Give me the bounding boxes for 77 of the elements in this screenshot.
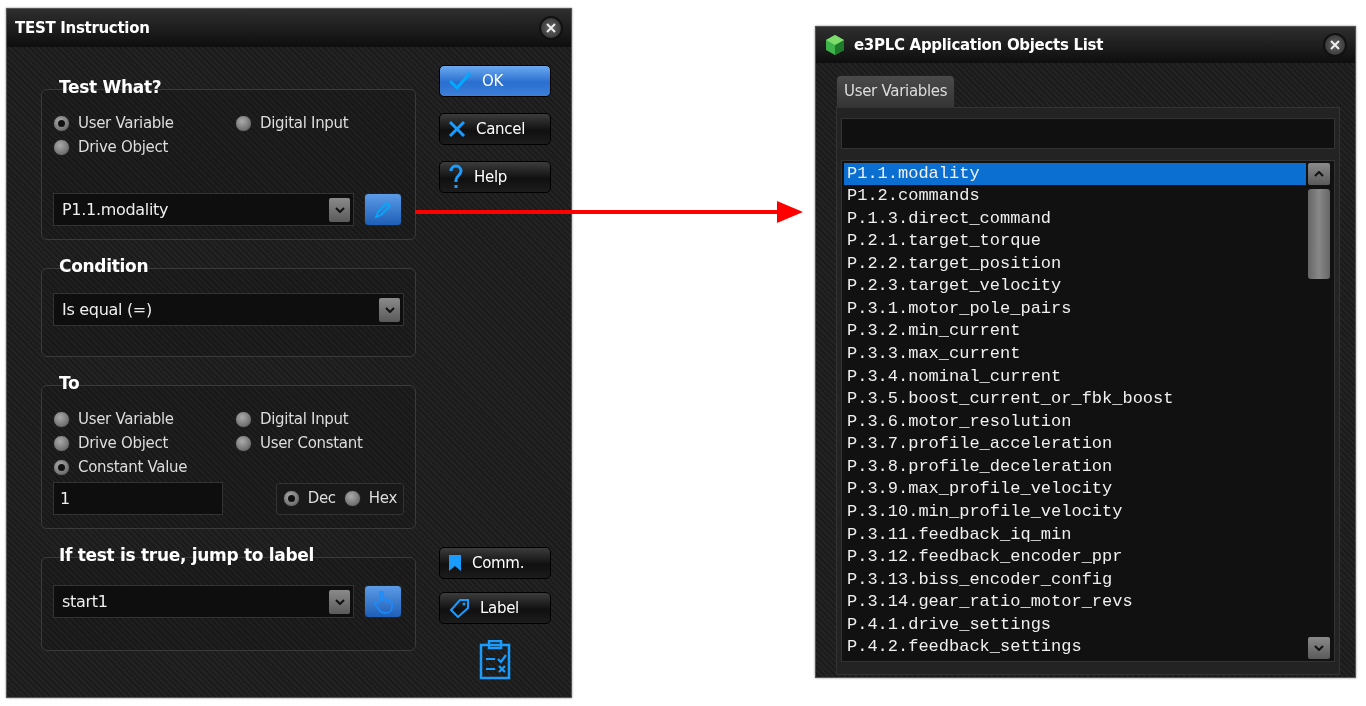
radio-option[interactable]: User Variable [53, 408, 235, 430]
list-item[interactable]: P.1.3.direct_command [844, 207, 1306, 231]
group-heading: To [58, 372, 81, 394]
caret-icon[interactable] [329, 197, 350, 222]
cube-icon [824, 34, 846, 56]
scroll-up-icon[interactable] [1308, 162, 1330, 185]
group-heading: If test is true, jump to label [58, 544, 316, 566]
close-icon[interactable] [539, 16, 563, 40]
list-item[interactable]: P.3.7.profile_acceleration [844, 433, 1306, 456]
list-item[interactable]: P.3.4.nominal_current [844, 365, 1306, 389]
list-item[interactable]: P.3.6.motor_resolution [844, 410, 1306, 434]
list-item[interactable]: P.3.8.profile_deceleration [844, 455, 1306, 479]
radio-icon[interactable] [282, 490, 300, 507]
close-icon[interactable] [1323, 33, 1347, 57]
list-item[interactable]: P.3.3.max_current [844, 343, 1306, 366]
radio-icon[interactable] [343, 490, 361, 507]
tag-icon [448, 598, 470, 618]
window-title: TEST Instruction [15, 17, 150, 39]
dialog-button[interactable]: OK [439, 65, 551, 97]
bookmark-icon [448, 554, 462, 572]
tab[interactable]: User Variables [836, 75, 956, 107]
radio-icon[interactable] [235, 410, 252, 428]
list-item[interactable]: P.3.1.motor_pole_pairs [844, 297, 1306, 321]
window-title: e3PLC Application Objects List [854, 34, 1104, 56]
dialog-button[interactable]: Help [439, 161, 551, 193]
group-heading: Test What? [58, 76, 163, 98]
list-item[interactable]: P.3.5.boost_current_or_fbk_boost [844, 388, 1306, 411]
list-item[interactable]: P.3.14.gear_ratio_motor_revs [844, 591, 1306, 614]
list-item[interactable]: P1.1.modality [844, 162, 1306, 186]
list-item[interactable]: P1.2.commands [844, 185, 1306, 208]
caret-icon[interactable] [329, 589, 350, 614]
radio-icon[interactable] [53, 458, 70, 476]
list-item[interactable]: P.3.11.feedback_iq_min [844, 523, 1306, 547]
pencil-icon[interactable] [364, 193, 402, 226]
radio-icon[interactable] [235, 114, 252, 132]
search-field[interactable] [841, 117, 1335, 149]
scroll-thumb[interactable] [1308, 188, 1330, 279]
list-item[interactable]: P.3.13.biss_encoder_config [844, 568, 1306, 592]
dialog-button[interactable]: Comm. [439, 547, 551, 579]
dialog-button[interactable]: Cancel [439, 113, 551, 145]
radio-option[interactable]: Drive Object [53, 136, 235, 158]
radio-option[interactable]: User Constant [235, 432, 404, 454]
clipboard-icon[interactable] [479, 640, 511, 680]
radio-option[interactable]: Digital Input [235, 408, 404, 430]
group-heading: Condition [58, 255, 150, 277]
radio-icon[interactable] [53, 114, 70, 132]
pointer-hand-icon[interactable] [364, 585, 402, 618]
check-icon [448, 71, 472, 91]
list-item[interactable]: P.2.3.target_velocity [844, 275, 1306, 298]
list-item[interactable]: P.3.12.feedback_encoder_ppr [844, 546, 1306, 569]
radio-icon[interactable] [53, 138, 70, 156]
help-icon [448, 164, 464, 190]
radio-icon[interactable] [235, 434, 252, 452]
dropdown[interactable]: P1.1.modality [53, 193, 354, 226]
scroll-down-icon[interactable] [1308, 636, 1330, 659]
radio-option[interactable]: Constant Value [53, 456, 235, 478]
radio-option[interactable]: User Variable [53, 112, 235, 134]
list-item[interactable]: P.2.2.target_position [844, 252, 1306, 276]
list-item[interactable]: P.3.9.max_profile_velocity [844, 478, 1306, 501]
value-field[interactable]: 1 [53, 482, 223, 515]
list-item[interactable]: P.4.1.drive_settings [844, 613, 1306, 637]
radio-option[interactable]: Dec [282, 487, 336, 510]
caret-icon[interactable] [379, 297, 400, 322]
dropdown[interactable]: Is equal (=) [53, 293, 404, 326]
scrollbar[interactable] [1306, 162, 1332, 659]
list-item[interactable]: P.4.2.feedback_settings [844, 636, 1306, 659]
radio-option[interactable]: Digital Input [235, 112, 404, 134]
list-item[interactable]: P.3.10.min_profile_velocity [844, 500, 1306, 524]
radio-icon[interactable] [53, 410, 70, 428]
dialog-button[interactable]: Label [439, 592, 551, 624]
dropdown[interactable]: start1 [53, 585, 354, 618]
radio-icon[interactable] [53, 434, 70, 452]
list-item[interactable]: P.2.1.target_torque [844, 230, 1306, 253]
radio-option[interactable]: Drive Object [53, 432, 235, 454]
close-icon [448, 120, 466, 138]
radio-option[interactable]: Hex [343, 487, 397, 510]
list-item[interactable]: P.3.2.min_current [844, 320, 1306, 343]
